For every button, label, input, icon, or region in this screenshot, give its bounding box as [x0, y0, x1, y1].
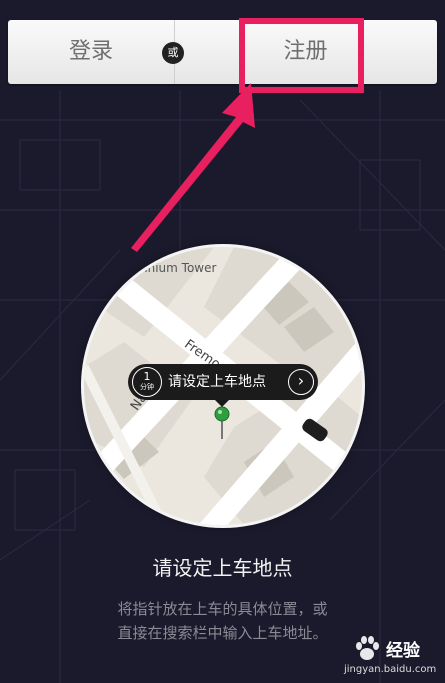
login-button[interactable]: 登录	[8, 20, 174, 84]
chevron-right-icon[interactable]: ›	[288, 369, 314, 395]
auth-segmented-control: 登录 或 注册	[8, 20, 437, 84]
eta-unit: 分钟	[140, 383, 154, 391]
map-poi-label: nnium Tower	[140, 261, 217, 275]
watermark-url: jingyan.baidu.com	[344, 664, 437, 675]
page-title: 请设定上车地点	[152, 556, 293, 580]
pickup-callout[interactable]: 1 分钟 请设定上车地点 ›	[128, 364, 318, 407]
eta-value: 1	[143, 370, 151, 383]
callout-tail	[215, 400, 229, 407]
watermark-brand: 经验	[386, 641, 420, 661]
pickup-label: 请设定上车地点	[168, 374, 266, 390]
location-pin-icon[interactable]	[212, 405, 232, 441]
paw-logo-icon	[356, 636, 379, 660]
register-highlight-box	[239, 18, 364, 93]
eta-badge: 1 分钟	[132, 367, 162, 397]
description-line-1: 将指针放在上车的具体位置，或	[117, 600, 328, 618]
baidu-watermark: 经验 jingyan.baidu.com	[338, 632, 442, 680]
